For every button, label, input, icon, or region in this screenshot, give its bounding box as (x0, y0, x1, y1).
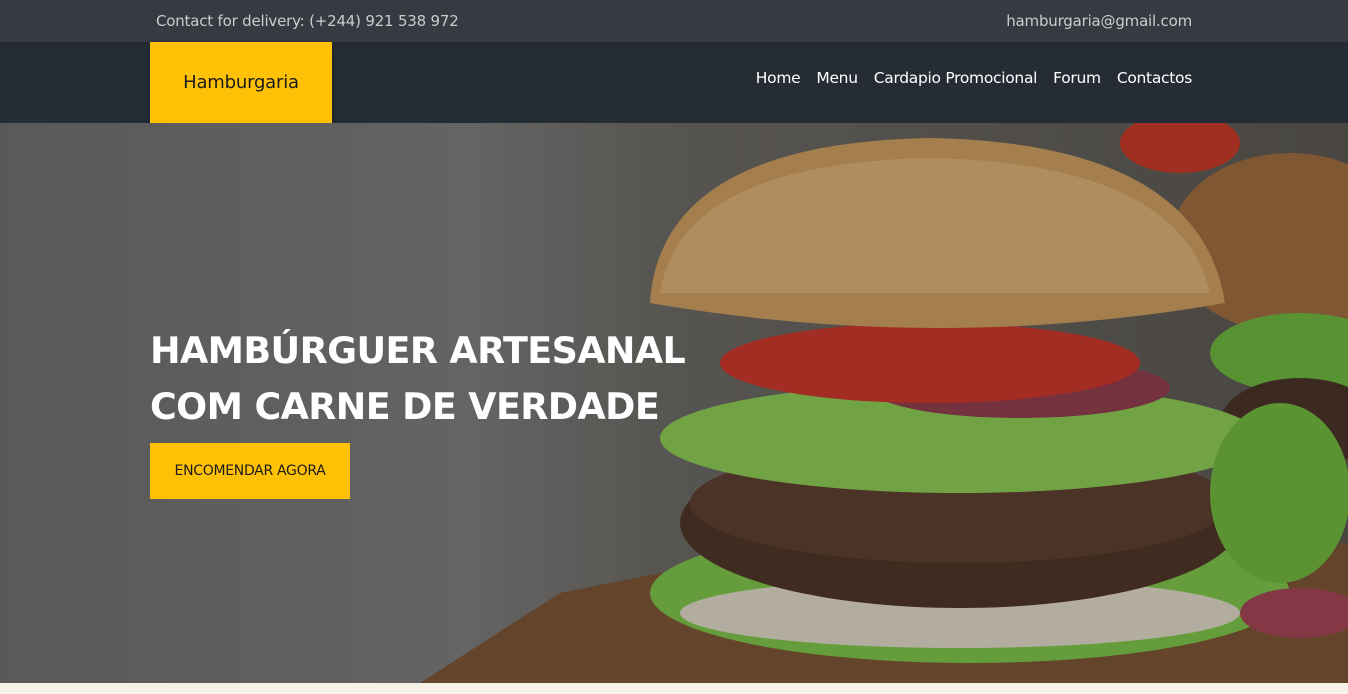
nav-home[interactable]: Home (756, 69, 801, 87)
hero-title: HAMBÚRGUER ARTESANAL COM CARNE DE VERDAD… (150, 323, 686, 435)
logo[interactable]: Hamburgaria (150, 42, 332, 123)
topbar: Contact for delivery: (+244) 921 538 972… (0, 0, 1348, 42)
logo-text: Hamburgaria (183, 72, 299, 93)
navbar: Hamburgaria Home Menu Cardapio Promocion… (0, 42, 1348, 123)
hero-title-line-2: COM CARNE DE VERDADE (150, 385, 660, 428)
order-now-button[interactable]: ENCOMENDAR AGORA (150, 443, 350, 499)
nav-menu[interactable]: Menu (816, 69, 858, 87)
hero-banner: HAMBÚRGUER ARTESANAL COM CARNE DE VERDAD… (0, 123, 1348, 683)
hero-title-line-1: HAMBÚRGUER ARTESANAL (150, 329, 686, 372)
delivery-contact: Contact for delivery: (+244) 921 538 972 (156, 12, 459, 30)
nav-contactos[interactable]: Contactos (1117, 69, 1192, 87)
nav-cardapio-promocional[interactable]: Cardapio Promocional (874, 69, 1038, 87)
contact-email[interactable]: hamburgaria@gmail.com (1006, 12, 1192, 30)
nav-forum[interactable]: Forum (1053, 69, 1101, 87)
main-nav: Home Menu Cardapio Promocional Forum Con… (756, 69, 1193, 87)
next-section-edge (0, 683, 1348, 694)
